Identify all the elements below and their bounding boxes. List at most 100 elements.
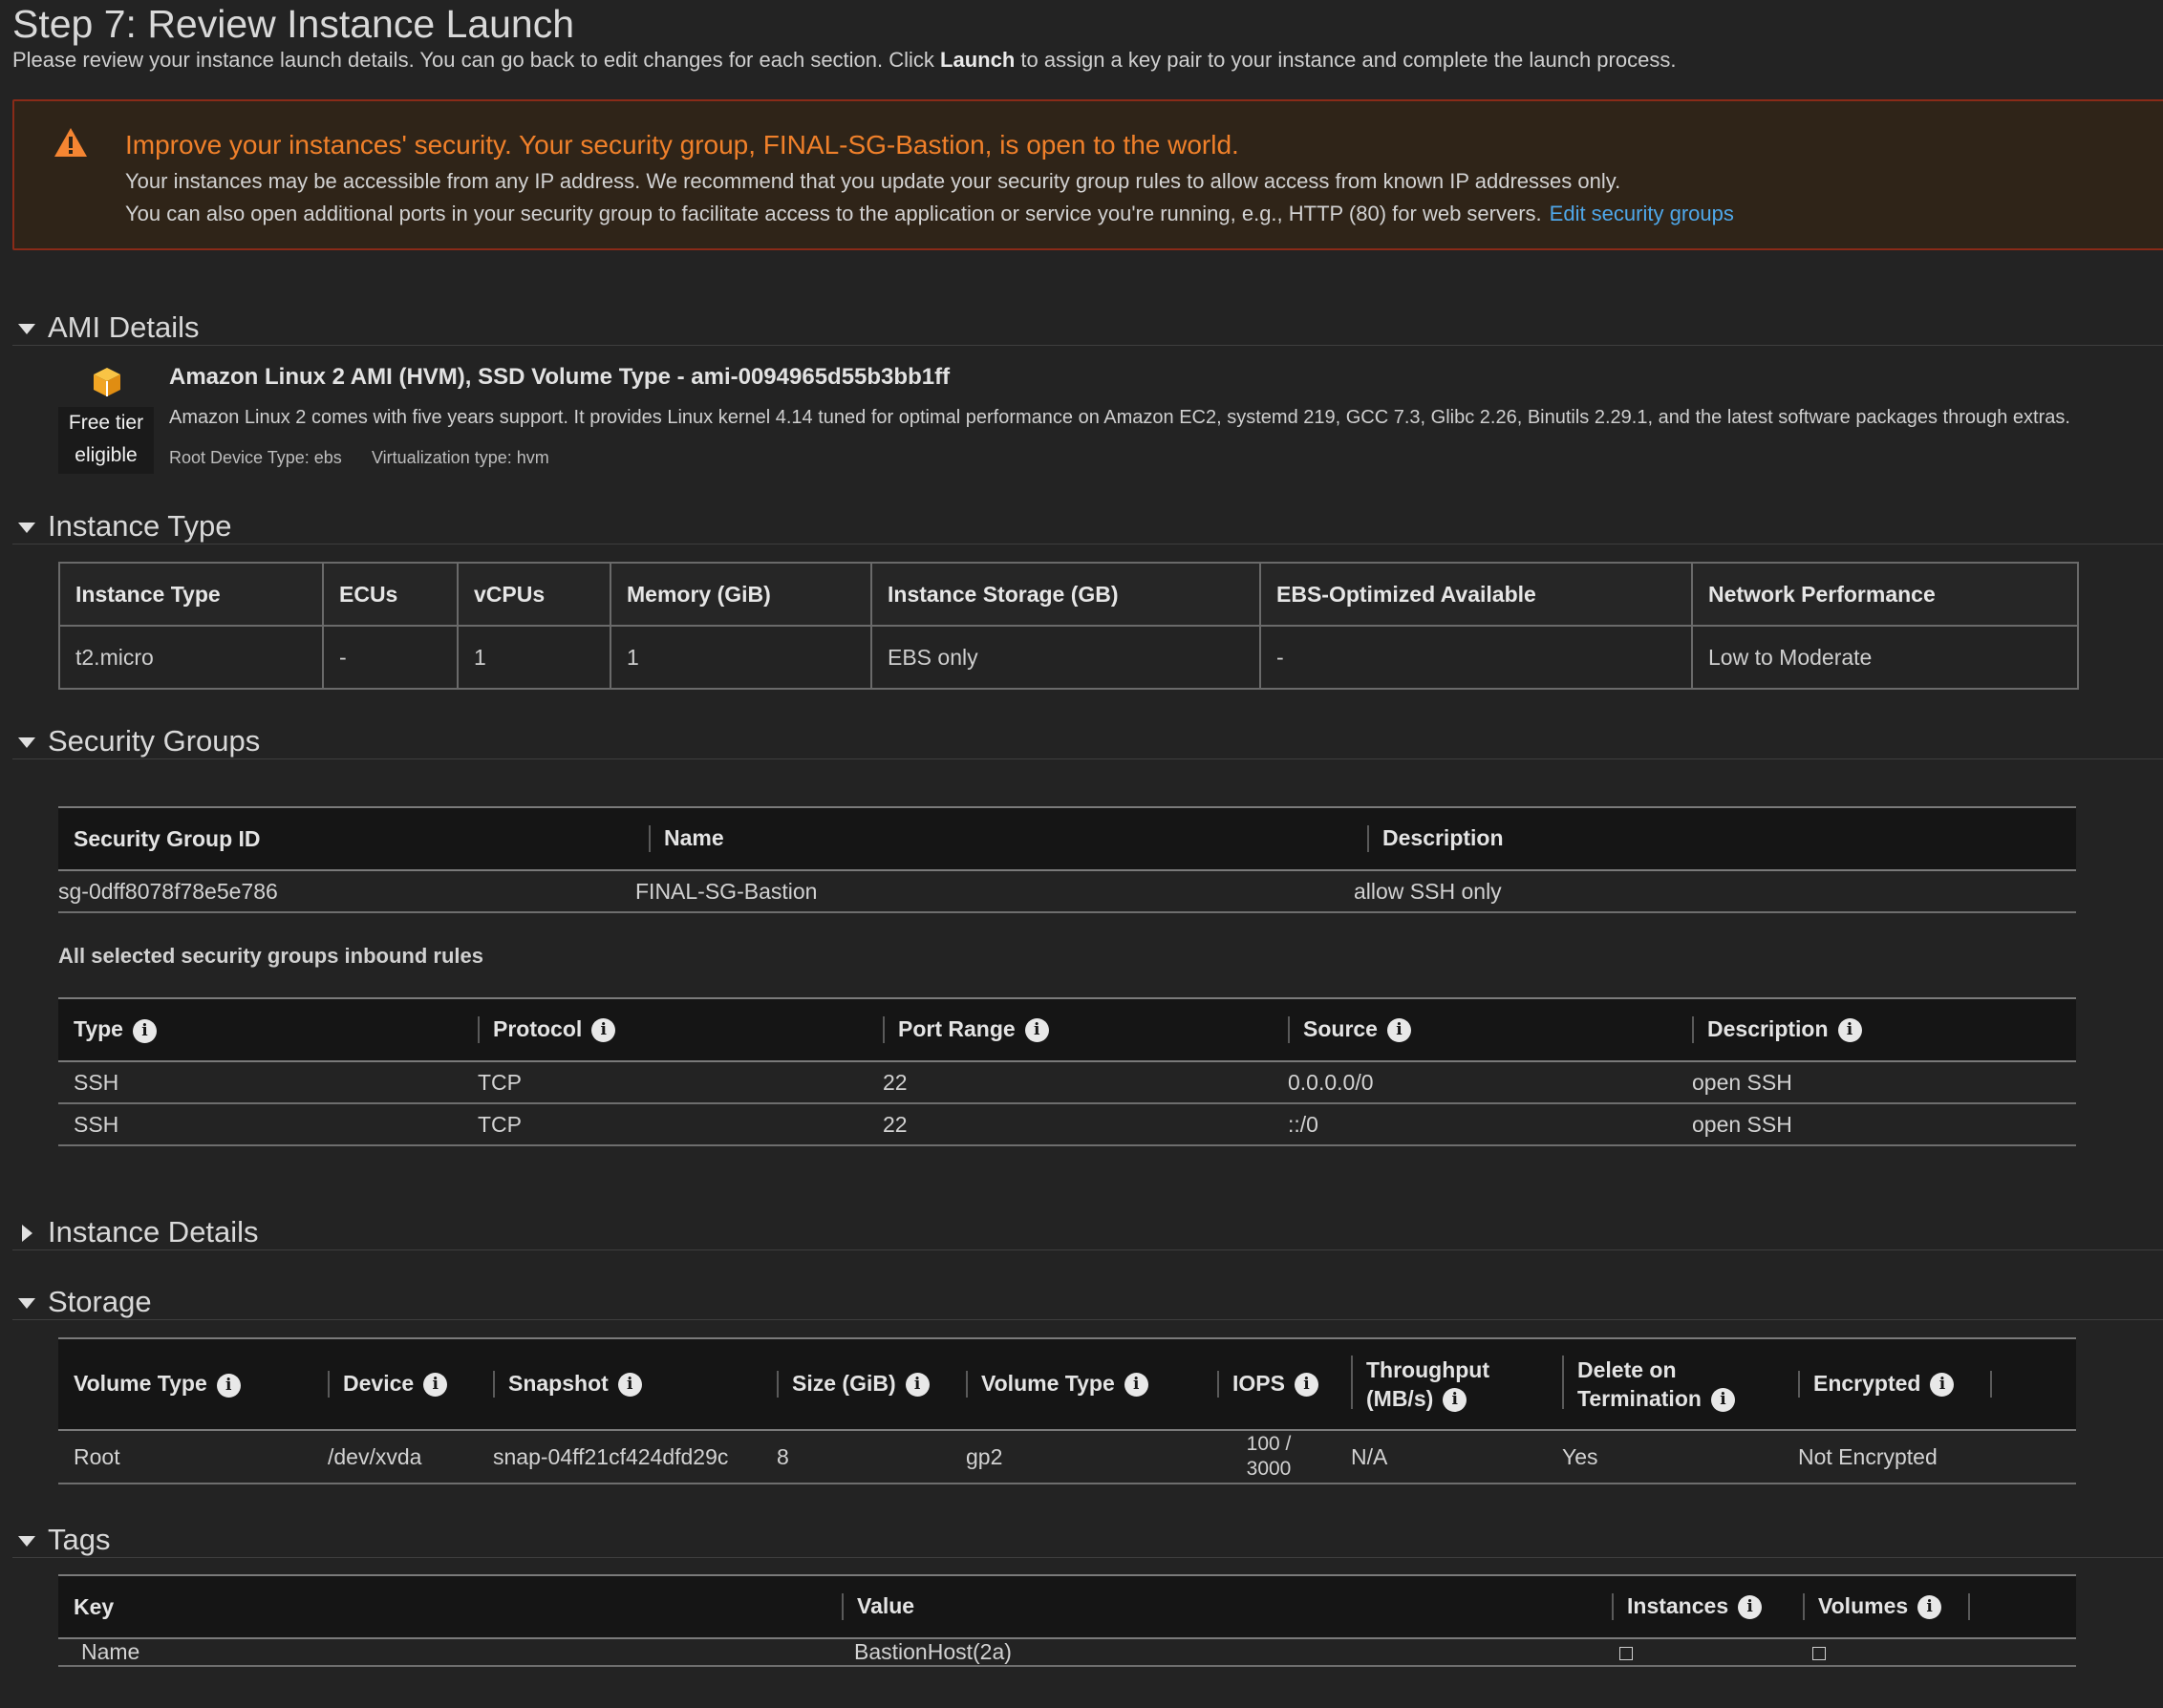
column-header: Throughput (MB/s) i: [1336, 1337, 1547, 1431]
section-label: Security Groups: [48, 724, 261, 758]
section-instance-details[interactable]: Instance Details: [12, 1215, 2163, 1250]
column-header: vCPUs: [457, 562, 611, 627]
caret-down-icon: [18, 1298, 35, 1309]
section-tags[interactable]: Tags: [12, 1523, 2163, 1558]
info-icon[interactable]: i: [132, 1018, 157, 1043]
column-header: ECUs: [322, 562, 459, 627]
table-cell: -: [1259, 625, 1693, 690]
table-cell: 8: [761, 1430, 951, 1484]
info-icon[interactable]: i: [905, 1372, 930, 1397]
column-header: Size (GiB) i: [761, 1337, 951, 1431]
section-label: Storage: [48, 1285, 152, 1318]
virtualization-type: Virtualization type: hvm: [372, 448, 549, 467]
column-header: Instance Storage (GB): [870, 562, 1261, 627]
section-label: AMI Details: [48, 310, 200, 344]
column-header: Instances i: [1596, 1574, 1788, 1639]
info-icon[interactable]: i: [1837, 1017, 1862, 1042]
table-header-row: Security Group ID Name Description: [58, 806, 2076, 871]
section-security-groups[interactable]: Security Groups: [12, 724, 2163, 759]
table-cell: 0.0.0.0/0: [1273, 1061, 1677, 1104]
table-header-row: Volume Type i Device i Snapshot i Size (GiB…: [58, 1337, 2076, 1431]
info-icon[interactable]: i: [1386, 1017, 1411, 1042]
column-header: Delete on Termination i: [1547, 1337, 1783, 1431]
column-header: Network Performance: [1691, 562, 2079, 627]
column-header: Protocol i: [462, 997, 867, 1062]
section-instance-type[interactable]: Instance Type: [12, 509, 2163, 544]
table-cell: Low to Moderate: [1691, 625, 2079, 690]
table-cell: N/A: [1336, 1430, 1547, 1484]
instances-checkbox[interactable]: [1619, 1646, 1633, 1660]
warning-line-2: You can also open additional ports in yo…: [125, 202, 1734, 225]
section-ami-details[interactable]: AMI Details: [12, 310, 2163, 346]
table-cell: 22: [867, 1103, 1273, 1146]
inbound-rules-table: Type i Protocol i Port Range i Source i Desc…: [58, 997, 2076, 1146]
info-icon[interactable]: i: [1024, 1017, 1049, 1042]
table-cell: Not Encrypted: [1783, 1430, 2076, 1484]
column-header: Snapshot i: [478, 1337, 761, 1431]
ami-cube-icon: [94, 368, 120, 396]
info-icon[interactable]: i: [591, 1017, 616, 1042]
caret-down-icon: [18, 737, 35, 748]
info-icon[interactable]: i: [216, 1373, 241, 1398]
table-row: Name BastionHost(2a): [58, 1638, 2076, 1667]
column-header: Volume Type i: [951, 1337, 1202, 1431]
info-icon[interactable]: i: [1443, 1388, 1467, 1413]
section-label: Instance Details: [48, 1215, 259, 1249]
table-cell: BastionHost(2a): [826, 1638, 1596, 1667]
table-row: Root /dev/xvda snap-04ff21cf424dfd29c 8 …: [58, 1430, 2076, 1484]
table-cell: /dev/xvda: [312, 1430, 478, 1484]
security-groups-table: Security Group ID Name Description sg-0d…: [58, 806, 2076, 913]
security-warning-banner: Improve your instances' security. Your s…: [12, 99, 2163, 250]
root-device-type: Root Device Type: ebs: [169, 448, 342, 467]
table-header-row: Instance Type ECUs vCPUs Memory (GiB) In…: [58, 562, 2079, 627]
table-cell: open SSH: [1677, 1103, 2076, 1146]
column-header: Device i: [312, 1337, 478, 1431]
table-cell: gp2: [951, 1430, 1202, 1484]
info-icon[interactable]: i: [1930, 1372, 1955, 1397]
instance-type-table: Instance Type ECUs vCPUs Memory (GiB) In…: [58, 562, 2079, 690]
table-cell: ::/0: [1273, 1103, 1677, 1146]
warning-triangle-icon: [54, 128, 87, 157]
table-cell: [1788, 1638, 2076, 1667]
section-storage[interactable]: Storage: [12, 1285, 2163, 1320]
column-header: Description: [1352, 806, 2076, 871]
storage-table: Volume Type i Device i Snapshot i Size (GiB…: [58, 1337, 2076, 1484]
column-header: Type i: [58, 997, 462, 1062]
table-cell: 22: [867, 1061, 1273, 1104]
table-cell: 100 /3000: [1202, 1430, 1336, 1484]
volumes-checkbox[interactable]: [1812, 1646, 1826, 1660]
info-icon[interactable]: i: [617, 1372, 642, 1397]
table-cell: t2.micro: [58, 625, 324, 690]
table-cell: 1: [610, 625, 872, 690]
table-row: SSH TCP 22 ::/0 open SSH: [58, 1103, 2076, 1146]
table-cell: TCP: [462, 1061, 867, 1104]
warning-line-1: Your instances may be accessible from an…: [125, 169, 1621, 193]
table-cell: EBS only: [870, 625, 1261, 690]
info-icon[interactable]: i: [1124, 1372, 1148, 1397]
page-subtitle: Please review your instance launch detai…: [12, 48, 1677, 72]
table-cell: open SSH: [1677, 1061, 2076, 1104]
info-icon[interactable]: i: [423, 1372, 448, 1397]
section-label: Tags: [48, 1523, 111, 1556]
table-cell: Root: [58, 1430, 312, 1484]
info-icon[interactable]: i: [1294, 1372, 1318, 1397]
edit-security-groups-link[interactable]: Edit security groups: [1550, 202, 1734, 225]
table-cell: Name: [58, 1638, 826, 1667]
caret-down-icon: [18, 523, 35, 533]
info-icon[interactable]: i: [1917, 1594, 1942, 1619]
column-header: Name: [633, 806, 1352, 871]
column-header: Security Group ID: [58, 806, 633, 871]
table-cell: Yes: [1547, 1430, 1783, 1484]
caret-right-icon: [22, 1225, 32, 1242]
caret-down-icon: [18, 1536, 35, 1547]
table-cell: allow SSH only: [1352, 870, 2076, 913]
table-cell: [1596, 1638, 1788, 1667]
ami-description: Amazon Linux 2 comes with five years sup…: [169, 407, 2070, 428]
table-header-row: Key Value Instances i Volumes i: [58, 1574, 2076, 1639]
caret-down-icon: [18, 324, 35, 334]
table-cell: -: [322, 625, 459, 690]
column-header: Instance Type: [58, 562, 324, 627]
info-icon[interactable]: i: [1710, 1388, 1735, 1413]
table-cell: FINAL-SG-Bastion: [633, 870, 1352, 913]
info-icon[interactable]: i: [1738, 1594, 1763, 1619]
